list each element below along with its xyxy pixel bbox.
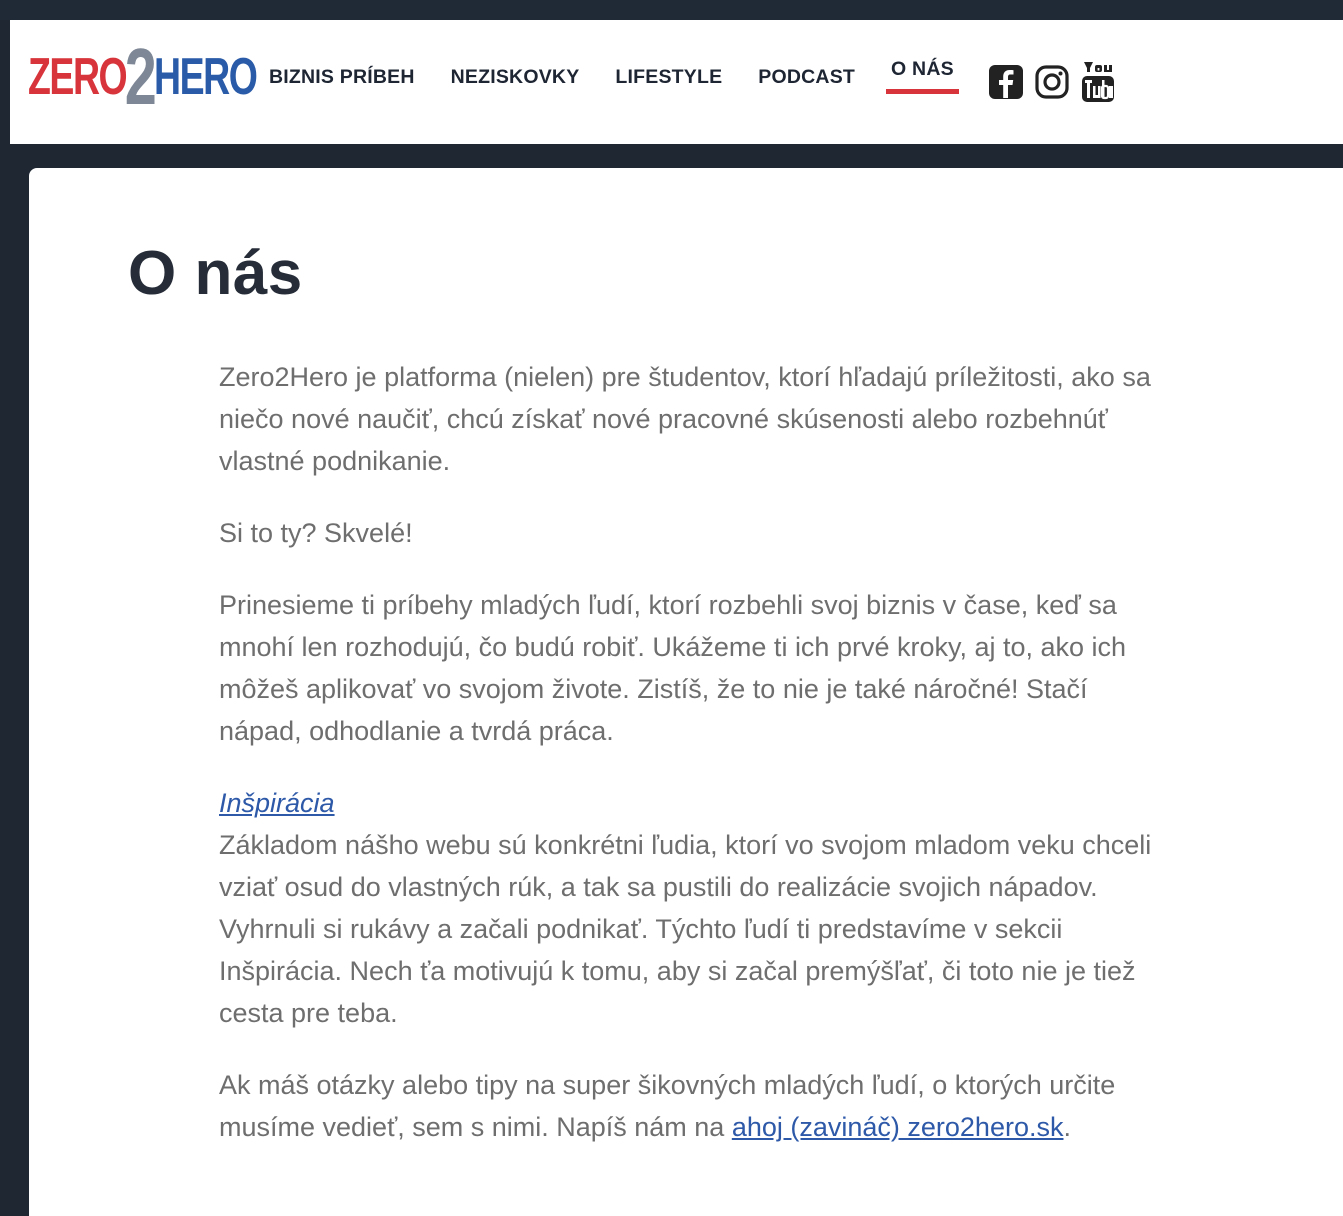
nav-item-neziskovky[interactable]: NEZISKOVKY xyxy=(451,66,580,89)
social-links xyxy=(988,60,1126,104)
email-link[interactable]: ahoj (zavináč) zero2hero.sk xyxy=(732,1112,1064,1142)
inspiracia-link[interactable]: Inšpirácia xyxy=(219,788,335,818)
logo-two: 2 xyxy=(124,32,157,121)
main-nav: BIZNIS PRÍBEH NEZISKOVKY LIFESTYLE PODCA… xyxy=(269,58,990,94)
inspiracia-text: Základom nášho webu sú konkrétni ľudia, … xyxy=(219,830,1152,1028)
logo-hero: HERO xyxy=(153,48,258,106)
content-card: O nás Zero2Hero je platforma (nielen) pr… xyxy=(29,168,1343,1216)
page-title: O nás xyxy=(128,239,303,308)
zero2hero-logo[interactable]: ZERO 2 HERO xyxy=(28,37,258,117)
paragraph-question: Si to ty? Skvelé! xyxy=(219,518,413,548)
instagram-icon[interactable] xyxy=(1034,64,1070,100)
facebook-icon[interactable] xyxy=(988,64,1024,100)
site-header: ZERO 2 HERO BIZNIS PRÍBEH NEZISKOVKY LIF… xyxy=(10,20,1343,144)
youtube-icon[interactable] xyxy=(1080,60,1116,104)
nav-item-lifestyle[interactable]: LIFESTYLE xyxy=(615,66,722,89)
paragraph-contact: Ak máš otázky alebo tipy na super šikovn… xyxy=(219,1064,1169,1148)
nav-item-biznis-pribeh[interactable]: BIZNIS PRÍBEH xyxy=(269,66,415,89)
paragraph-inspiracia: Inšpirácia Základom nášho webu sú konkrét… xyxy=(219,782,1169,1034)
paragraph-intro: Zero2Hero je platforma (nielen) pre štud… xyxy=(219,362,1151,476)
contact-end: . xyxy=(1063,1112,1071,1142)
about-content: Zero2Hero je platforma (nielen) pre štud… xyxy=(219,356,1169,1178)
logo-zero: ZERO xyxy=(28,48,128,106)
nav-item-o-nas[interactable]: O NÁS xyxy=(886,58,959,94)
nav-item-podcast[interactable]: PODCAST xyxy=(758,66,855,89)
browser-top-strip xyxy=(0,0,1343,20)
paragraph-stories: Prinesieme ti príbehy mladých ľudí, ktor… xyxy=(219,590,1127,746)
